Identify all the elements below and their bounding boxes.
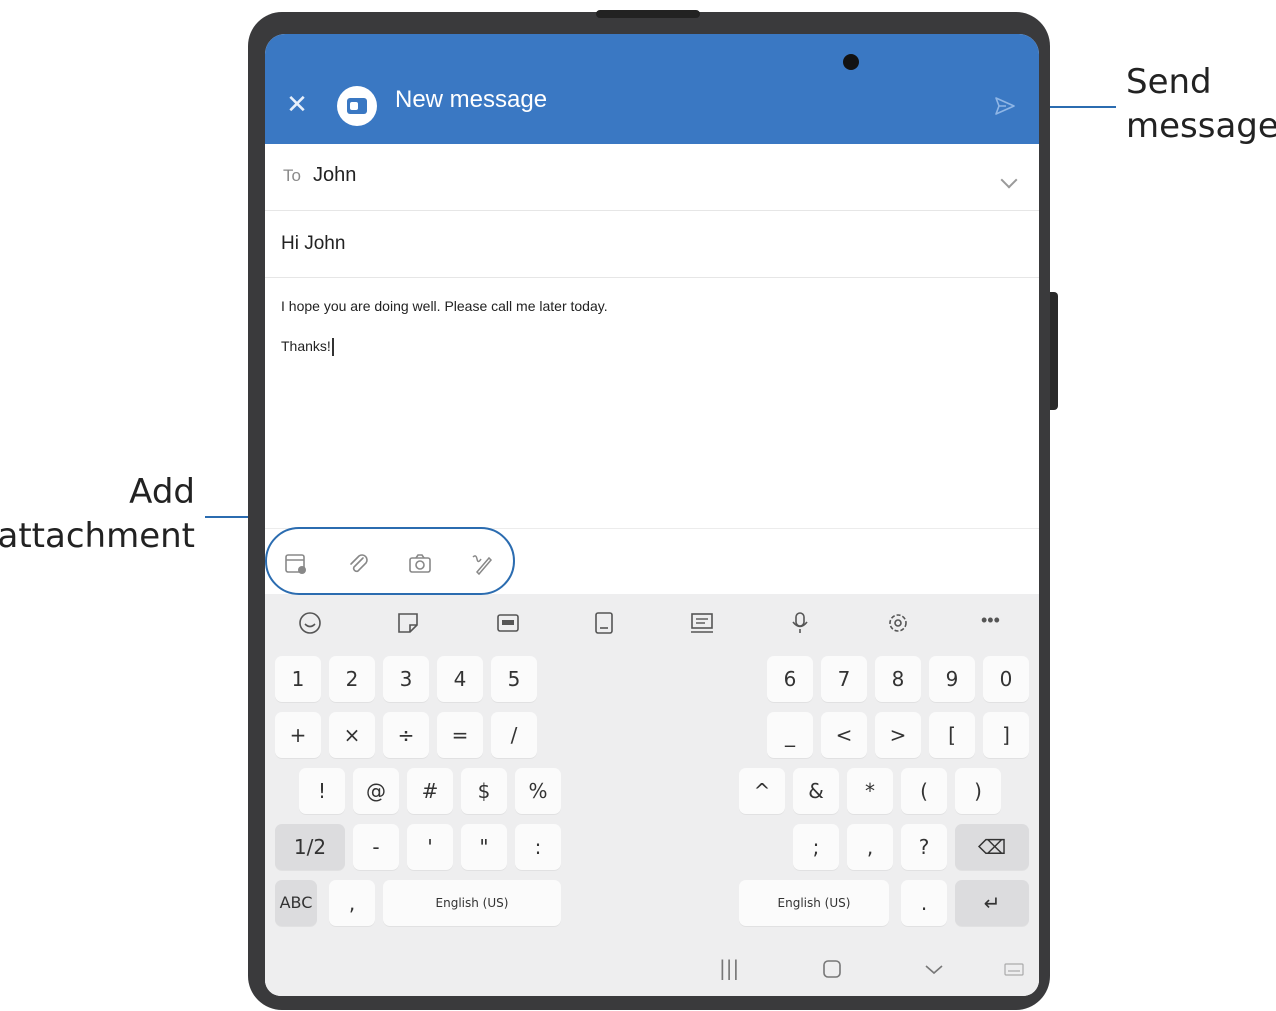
key[interactable]: >	[875, 712, 921, 758]
key[interactable]: English (US)	[739, 880, 889, 926]
add-attachment-callout: Add attachment	[0, 470, 195, 558]
side-button	[1050, 292, 1058, 410]
key[interactable]: @	[353, 768, 399, 814]
subject-field[interactable]: Hi John	[265, 211, 1039, 278]
phone-screen: ✕ New message To John Hi John I hope you…	[265, 34, 1039, 996]
camera-icon[interactable]	[407, 551, 433, 577]
hinge	[596, 10, 700, 18]
key[interactable]: 5	[491, 656, 537, 702]
key[interactable]: 9	[929, 656, 975, 702]
key[interactable]: ÷	[383, 712, 429, 758]
subject-value[interactable]: Hi John	[281, 233, 345, 255]
to-field[interactable]: To John	[265, 144, 1039, 211]
key[interactable]: ^	[739, 768, 785, 814]
back-chevron-icon[interactable]	[923, 958, 945, 980]
keyboard-toolbar: •••	[265, 594, 1039, 650]
key[interactable]: $	[461, 768, 507, 814]
key[interactable]: &	[793, 768, 839, 814]
system-nav-bar: |||	[265, 940, 1039, 996]
key[interactable]: 3	[383, 656, 429, 702]
key[interactable]: ×	[329, 712, 375, 758]
screen-text-icon[interactable]	[689, 610, 715, 636]
front-camera	[843, 54, 859, 70]
to-value[interactable]: John	[313, 164, 356, 187]
paperclip-icon[interactable]	[345, 551, 371, 577]
key[interactable]: ⌫	[955, 824, 1029, 870]
more-options[interactable]: •••	[981, 610, 1000, 631]
recents-button[interactable]: |||	[719, 956, 741, 980]
body-line-2: Thanks!	[281, 338, 334, 357]
key[interactable]: :	[515, 824, 561, 870]
page-title: New message	[395, 86, 548, 113]
emoji-icon[interactable]	[297, 610, 323, 636]
keyboard-icon[interactable]	[1003, 958, 1025, 980]
key[interactable]: 2	[329, 656, 375, 702]
key[interactable]: [	[929, 712, 975, 758]
send-callout-line1: Send message	[1126, 62, 1276, 146]
key[interactable]: ↵	[955, 880, 1029, 926]
key[interactable]: !	[299, 768, 345, 814]
key[interactable]: "	[461, 824, 507, 870]
key[interactable]: (	[901, 768, 947, 814]
home-icon[interactable]	[821, 958, 843, 980]
key[interactable]: 0	[983, 656, 1029, 702]
key[interactable]: 6	[767, 656, 813, 702]
clipboard-icon[interactable]	[591, 610, 617, 636]
attach-callout-text: Add attachment	[0, 472, 195, 556]
send-icon[interactable]	[993, 94, 1017, 118]
key[interactable]: 7	[821, 656, 867, 702]
calendar-attach-icon[interactable]	[283, 551, 309, 577]
attachment-toolbar	[265, 528, 1039, 599]
send-message-callout: Send message	[1126, 60, 1276, 148]
key[interactable]: ]	[983, 712, 1029, 758]
to-label: To	[283, 166, 301, 185]
key[interactable]: ;	[793, 824, 839, 870]
key[interactable]: 4	[437, 656, 483, 702]
key[interactable]: +	[275, 712, 321, 758]
chevron-down-icon[interactable]	[1000, 171, 1018, 189]
key[interactable]: <	[821, 712, 867, 758]
key[interactable]: English (US)	[383, 880, 561, 926]
key[interactable]: 1/2	[275, 824, 345, 870]
outlook-app-icon	[337, 86, 377, 126]
key[interactable]: *	[847, 768, 893, 814]
body-line-1: I hope you are doing well. Please call m…	[281, 298, 608, 314]
message-body[interactable]: I hope you are doing well. Please call m…	[265, 278, 1039, 528]
key[interactable]: _	[767, 712, 813, 758]
key[interactable]: )	[955, 768, 1001, 814]
signature-pen-icon[interactable]	[469, 551, 495, 577]
compose-header: ✕ New message	[265, 34, 1039, 144]
gif-icon[interactable]	[495, 610, 521, 636]
key[interactable]: ,	[847, 824, 893, 870]
key[interactable]: ,	[329, 880, 375, 926]
keyboard: ••• 1 2 3 4 5 + × ÷ = /! @ # $% 1/2- ' ": ABC, English (U…	[265, 594, 1039, 996]
mic-icon[interactable]	[787, 610, 813, 636]
key[interactable]: ABC	[275, 880, 317, 926]
key[interactable]: #	[407, 768, 453, 814]
key[interactable]: 8	[875, 656, 921, 702]
close-icon[interactable]: ✕	[283, 90, 311, 118]
body-line-2-text: Thanks!	[281, 338, 331, 354]
key[interactable]: 1	[275, 656, 321, 702]
sticker-icon[interactable]	[395, 610, 421, 636]
key[interactable]: %	[515, 768, 561, 814]
key[interactable]: /	[491, 712, 537, 758]
key[interactable]: =	[437, 712, 483, 758]
key[interactable]: .	[901, 880, 947, 926]
key[interactable]: ?	[901, 824, 947, 870]
key[interactable]: -	[353, 824, 399, 870]
settings-icon[interactable]	[885, 610, 911, 636]
key[interactable]: '	[407, 824, 453, 870]
text-cursor	[331, 338, 334, 357]
